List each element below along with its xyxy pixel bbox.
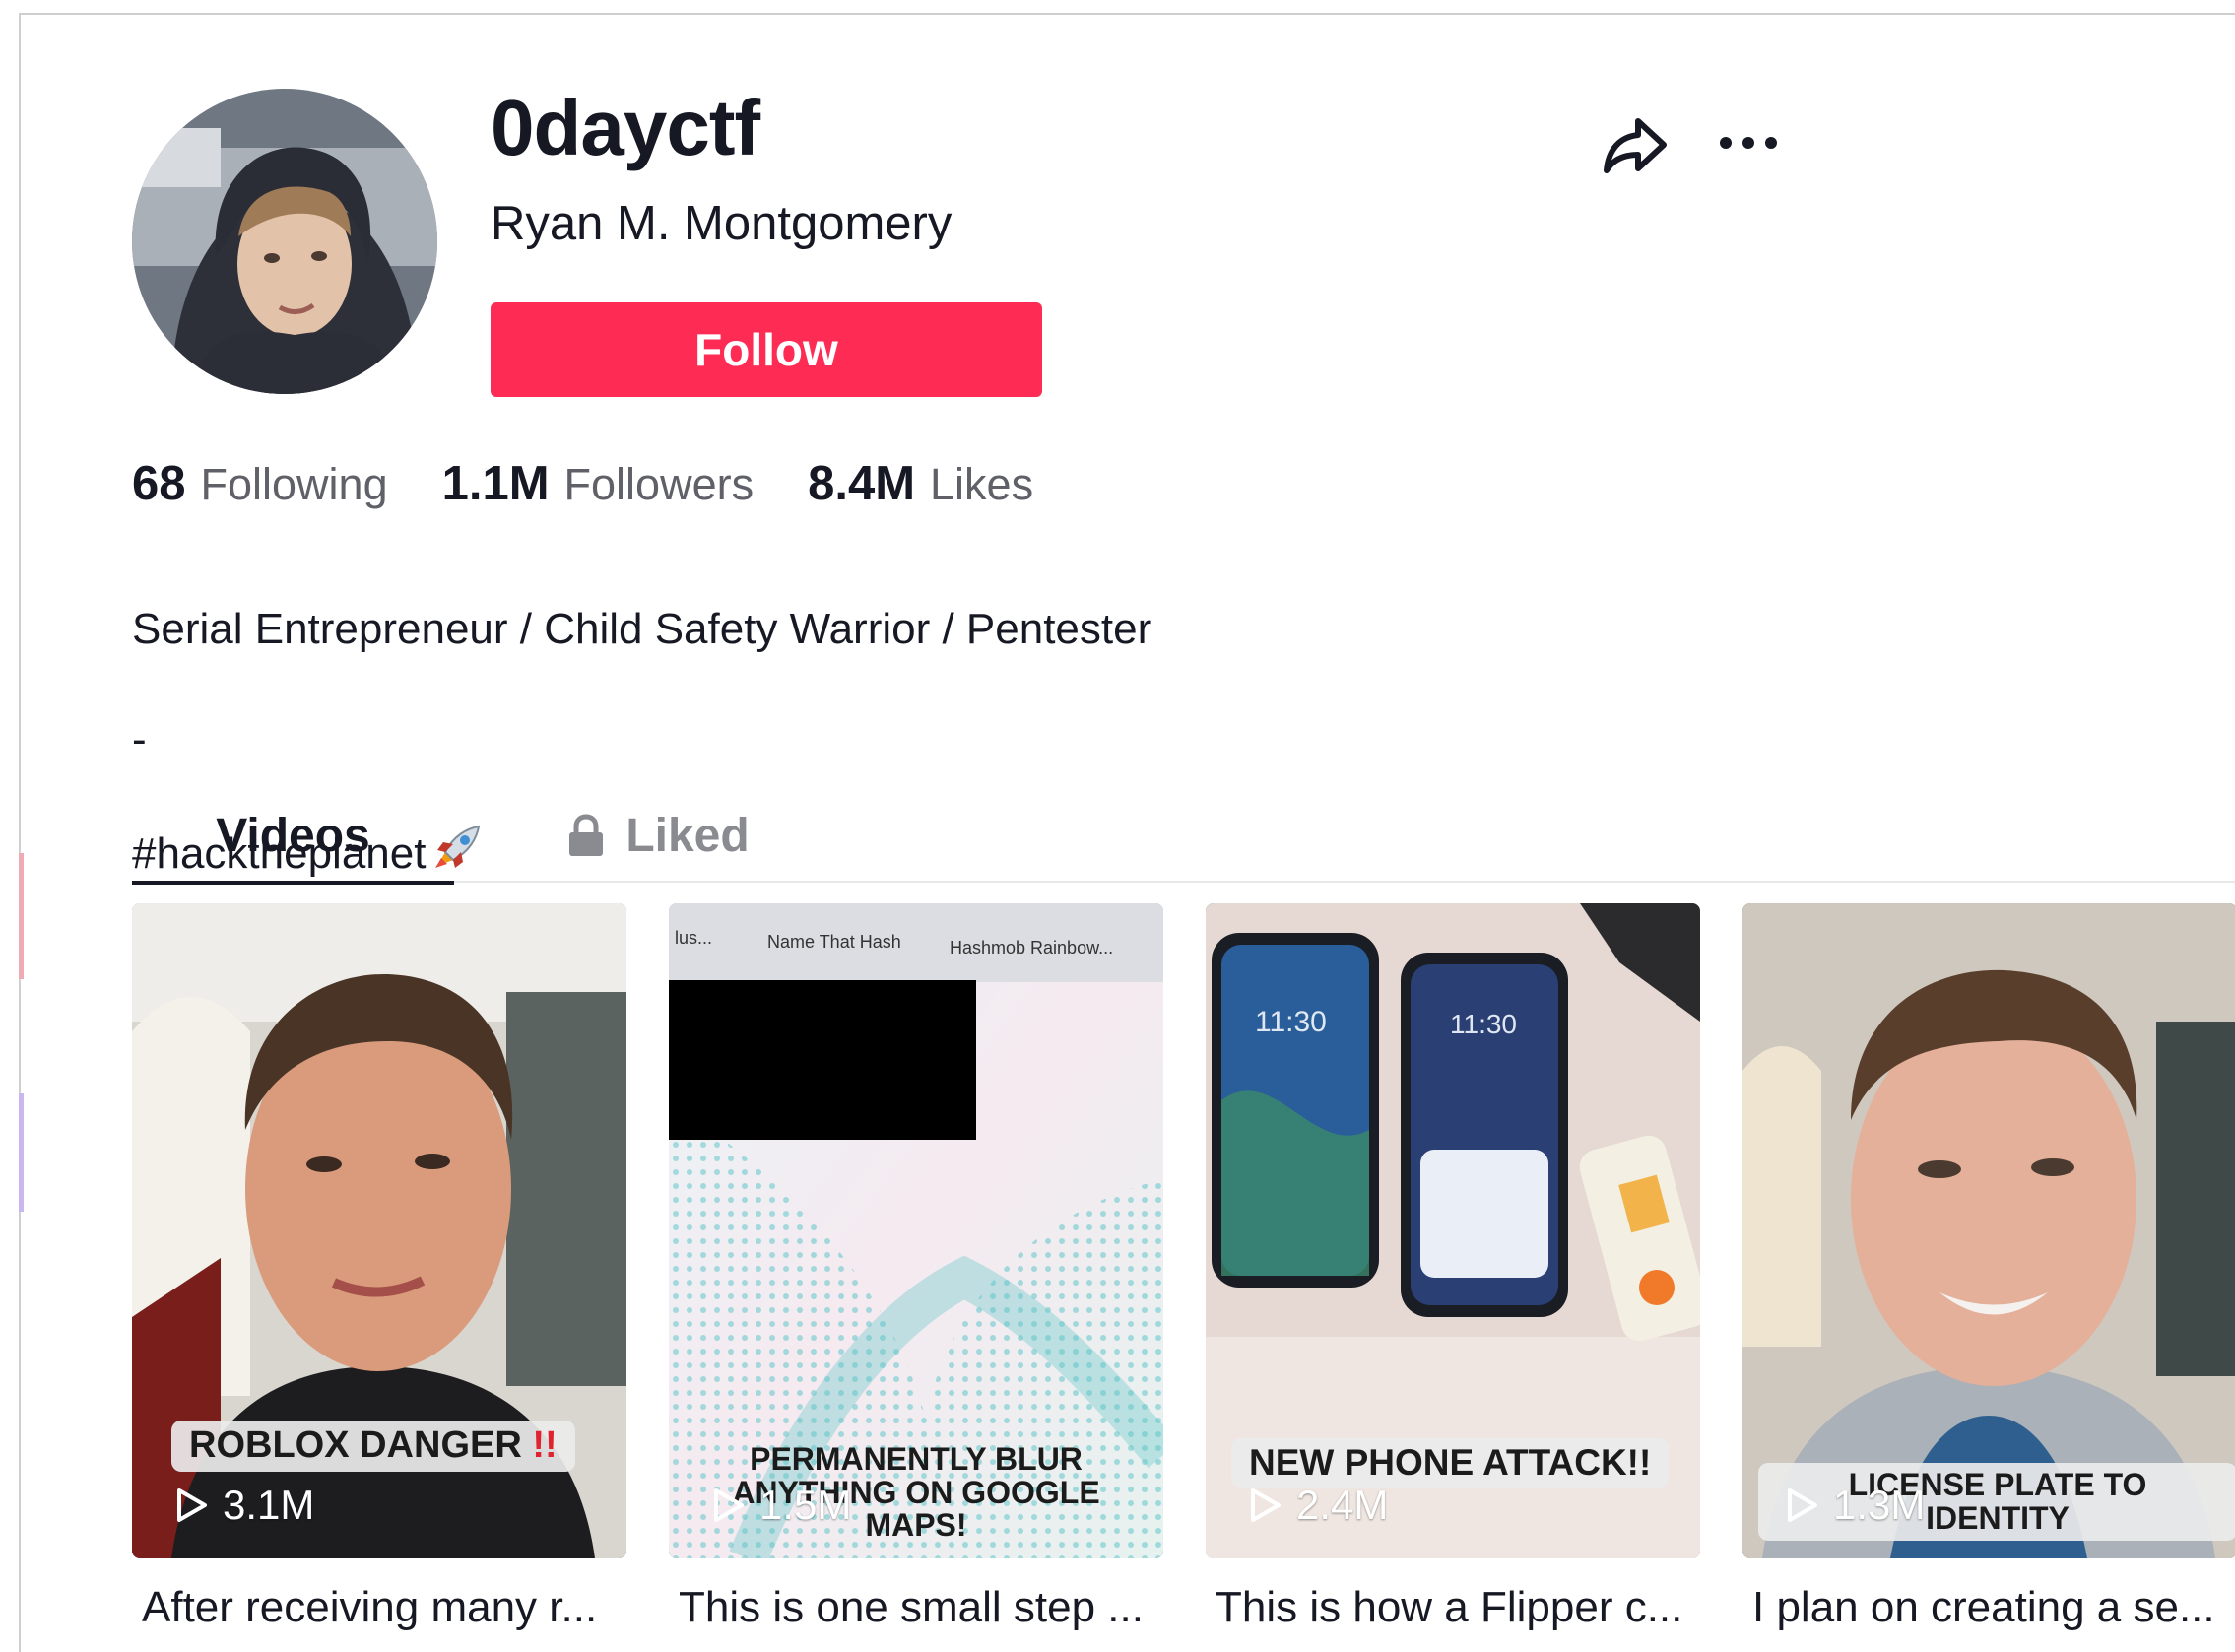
stat-followers[interactable]: 1.1M Followers <box>442 460 754 508</box>
video-card[interactable]: LICENSE PLATE TO IDENTITY 1.3M I plan on… <box>1742 903 2235 1635</box>
view-count-value: 1.5M <box>759 1482 852 1528</box>
video-caption[interactable]: This is one small step ... <box>669 1580 1163 1635</box>
view-count-value: 1.3M <box>1833 1482 1926 1528</box>
profile-tabs: Videos Liked <box>132 788 2235 885</box>
tab-liked-label: Liked <box>625 809 750 862</box>
video-overlay-line: PERMANENTLY BLUR <box>750 1441 1083 1477</box>
follow-button[interactable]: Follow <box>491 302 1042 397</box>
tab-liked[interactable]: Liked <box>540 788 776 883</box>
phone-time: 11:30 <box>1450 1009 1517 1039</box>
view-count-value: 3.1M <box>223 1482 315 1528</box>
video-thumbnail[interactable]: ROBLOX DANGER !! 3.1M <box>132 903 626 1558</box>
video-caption[interactable]: This is how a Flipper c... <box>1206 1580 1700 1635</box>
followers-label: Followers <box>563 459 755 509</box>
tab-videos-label: Videos <box>216 809 370 862</box>
video-card[interactable]: 11:30 11:30 NEW PHONE ATTACK!! 2.4M This… <box>1206 903 1700 1635</box>
likes-label: Likes <box>930 459 1034 509</box>
edge-indicator-red <box>19 853 24 979</box>
video-thumbnail[interactable]: LICENSE PLATE TO IDENTITY 1.3M <box>1742 903 2235 1558</box>
browser-tab-text: Hashmob Rainbow... <box>950 938 1114 958</box>
edge-indicator-purple <box>19 1093 24 1212</box>
view-count: 3.1M <box>175 1482 314 1529</box>
bio-line-2: - <box>132 715 147 763</box>
phone-time: 11:30 <box>1255 1006 1327 1038</box>
play-outline-icon <box>1786 1487 1819 1524</box>
nickname: Ryan M. Montgomery <box>491 197 953 250</box>
video-caption[interactable]: After receiving many r... <box>132 1580 626 1635</box>
view-count: 2.4M <box>1249 1482 1388 1529</box>
video-grid: ROBLOX DANGER !! 3.1M After receiving ma… <box>132 903 2235 1652</box>
view-count: 1.3M <box>1786 1482 1925 1529</box>
play-outline-icon <box>175 1487 209 1524</box>
stat-following[interactable]: 68 Following <box>132 460 388 508</box>
video-overlay-main: ROBLOX DANGER <box>189 1424 522 1466</box>
lock-icon <box>566 814 606 857</box>
video-card[interactable]: lus... Name That Hash Hashmob Rainbow...… <box>669 903 1163 1635</box>
view-count-value: 2.4M <box>1296 1482 1389 1528</box>
username: 0dayctf <box>491 84 760 171</box>
stat-likes: 8.4M Likes <box>808 460 1033 508</box>
more-horizontal-icon[interactable] <box>1714 128 1783 158</box>
likes-count: 8.4M <box>808 457 916 510</box>
video-thumbnail[interactable]: lus... Name That Hash Hashmob Rainbow...… <box>669 903 1163 1558</box>
video-caption[interactable]: I plan on creating a se... <box>1742 1580 2235 1635</box>
browser-tab-text: Name That Hash <box>767 932 901 952</box>
play-outline-icon <box>1249 1487 1282 1524</box>
view-count: 1.5M <box>712 1482 851 1529</box>
tab-videos[interactable]: Videos <box>132 788 454 885</box>
video-thumbnail[interactable]: 11:30 11:30 NEW PHONE ATTACK!! 2.4M <box>1206 903 1700 1558</box>
bio-line-1: Serial Entrepreneur / Child Safety Warri… <box>132 605 1152 653</box>
video-card[interactable]: ROBLOX DANGER !! 3.1M After receiving ma… <box>132 903 626 1635</box>
following-label: Following <box>200 459 388 509</box>
avatar[interactable] <box>132 89 437 394</box>
video-overlay-text: ROBLOX DANGER !! <box>171 1421 575 1472</box>
share-arrow-icon[interactable] <box>1601 113 1670 178</box>
following-count: 68 <box>132 457 186 510</box>
browser-tab-text: lus... <box>675 928 713 948</box>
followers-count: 1.1M <box>441 457 550 510</box>
profile-stats: 68 Following 1.1M Followers 8.4M Likes <box>132 460 1087 508</box>
video-overlay-marks: !! <box>532 1424 558 1466</box>
play-outline-icon <box>712 1487 746 1524</box>
